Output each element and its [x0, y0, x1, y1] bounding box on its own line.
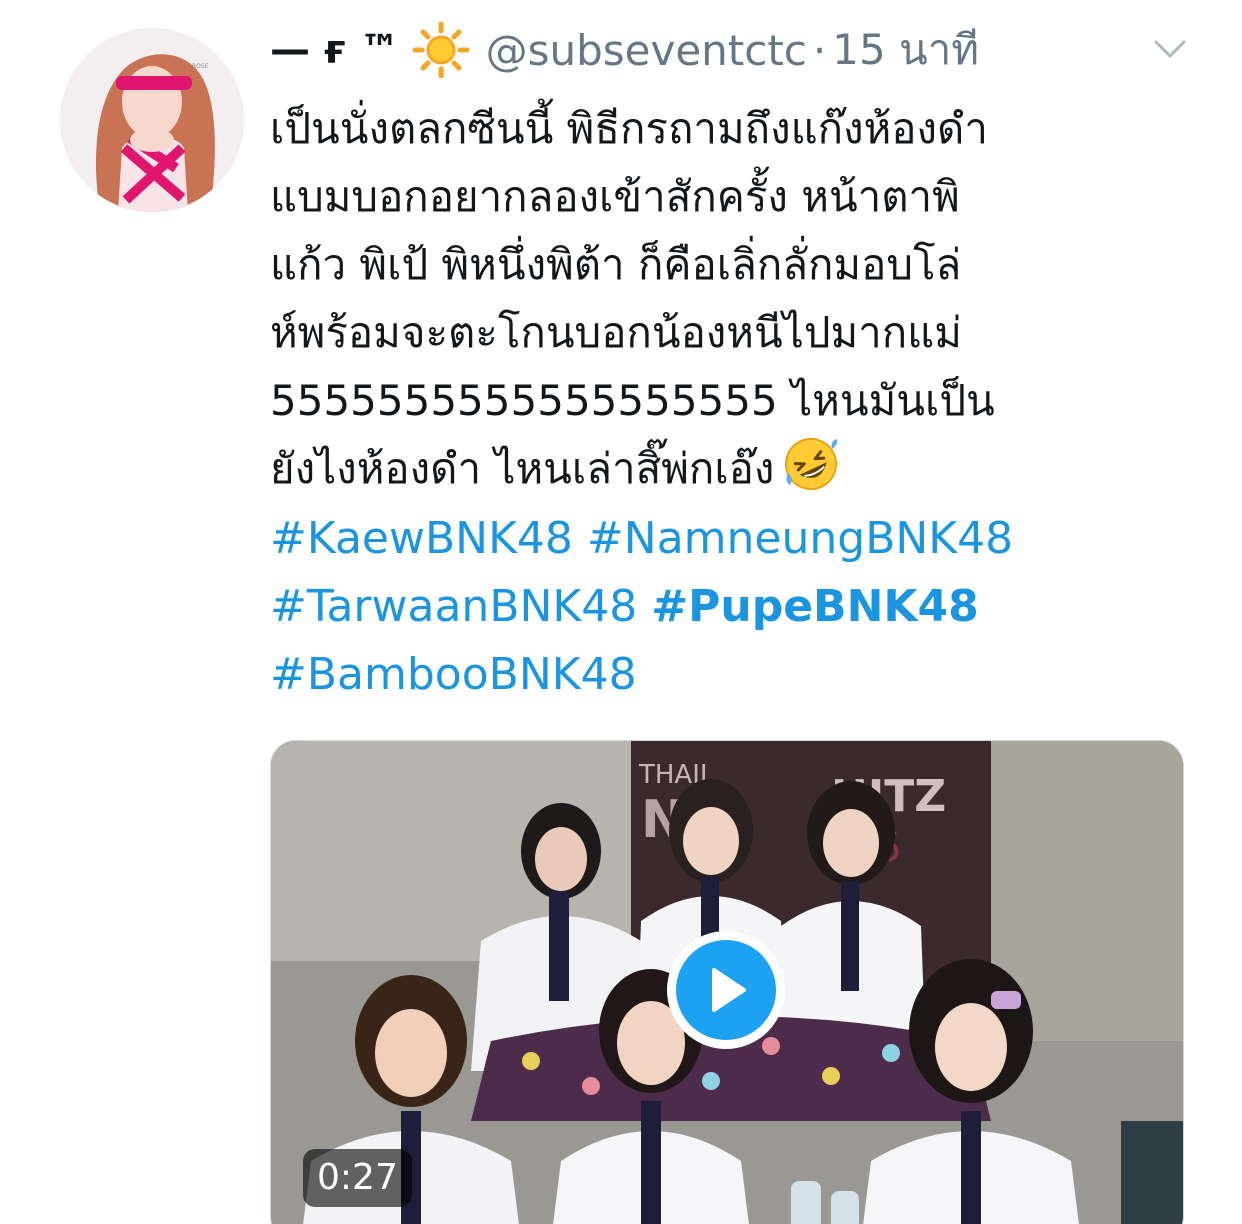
tweet[interactable]: ROSE — ғ ™ @subseventctc · 15 นาที เป็นน…	[0, 0, 1242, 1224]
rofl-emoji-icon	[782, 435, 840, 493]
tweet-text-last-line: ยังไงห้องดำ ไหนเล่าสิ๊พ่กเอ๊ง	[270, 435, 1210, 503]
separator-dot: ·	[812, 25, 827, 75]
tweet-text: เป็นนั่งตลกซีนนี้ พิธีกรถามถึงแก๊งห้องดำ…	[270, 95, 1210, 503]
tweet-text-line: ยังไงห้องดำ ไหนเล่าสิ๊พ่กเอ๊ง	[270, 444, 775, 493]
tweet-text-line: เป็นนั่งตลกซีนนี้ พิธีกรถามถึงแก๊งห้องดำ	[270, 104, 988, 153]
hashtag-link[interactable]: #TarwaanBNK48	[270, 581, 637, 632]
tweet-header: — ғ ™ @subseventctc · 15 นาที	[270, 21, 979, 79]
chevron-down-icon[interactable]	[1150, 34, 1190, 64]
play-icon	[676, 940, 776, 1040]
hashtag-link[interactable]: #KaewBNK48	[270, 513, 573, 564]
video-player[interactable]: THAIL NO HITZ 55	[270, 740, 1184, 1224]
tweet-text-line: 5555555555555555555 ไหนมันเป็น	[270, 376, 995, 425]
hashtags: #KaewBNK48 #NamneungBNK48 #TarwaanBNK48 …	[270, 505, 1013, 709]
svg-text:ROSE: ROSE	[192, 63, 209, 70]
avatar[interactable]: ROSE	[60, 28, 244, 212]
sun-icon	[410, 21, 472, 79]
tweet-text-line: แบมบอกอยากลองเข้าสักครั้ง หน้าตาพิ	[270, 172, 960, 221]
tweet-text-line: แก้ว พิเป้ พิหนึ่งพิต้า ก็คือเลิ่กลั่กมอ…	[270, 240, 962, 289]
hashtag-link[interactable]: #BambooBNK48	[270, 649, 637, 700]
user-handle[interactable]: @subseventctc	[486, 26, 807, 75]
video-duration-badge: 0:27	[303, 1149, 412, 1207]
avatar-image: ROSE	[60, 28, 244, 212]
tweet-text-line: ห์พร้อมจะตะโกนบอกน้องหนีไปมากแม่	[270, 308, 962, 357]
hashtag-link[interactable]: #NamneungBNK48	[587, 513, 1013, 564]
timestamp[interactable]: 15 นาที	[832, 17, 979, 83]
hashtag-link[interactable]: #PupeBNK48	[651, 581, 978, 632]
display-name[interactable]: — ғ ™	[270, 27, 400, 73]
play-button[interactable]	[667, 931, 785, 1049]
